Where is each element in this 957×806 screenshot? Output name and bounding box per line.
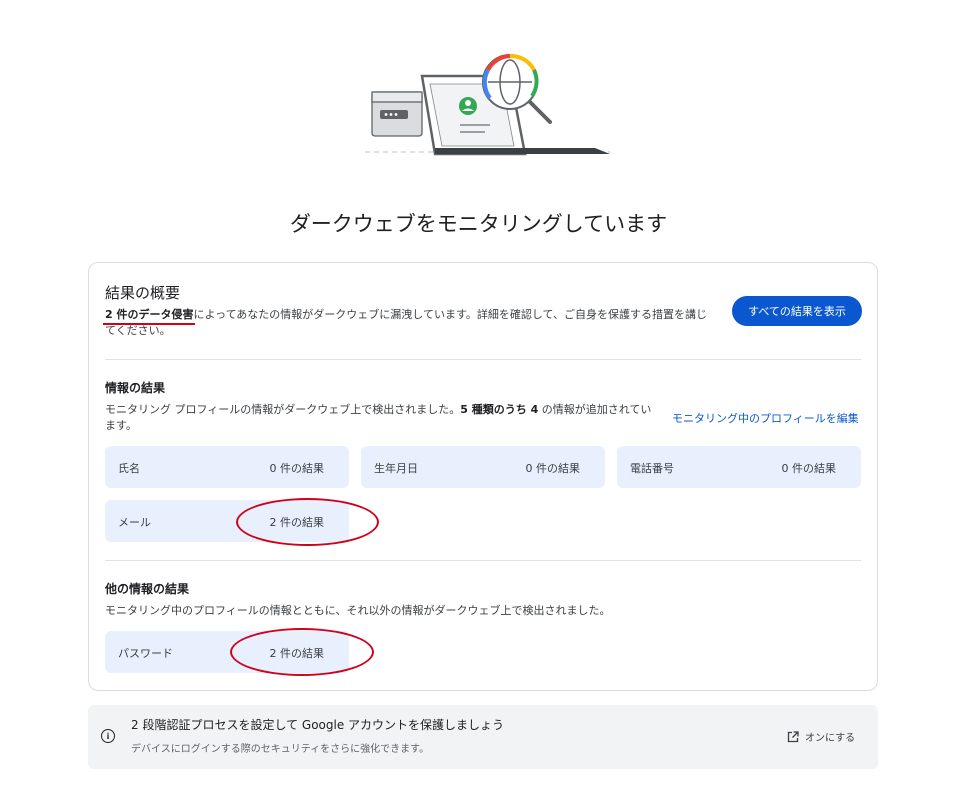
tile-count: 0 件の結果 (269, 462, 325, 475)
summary-description-text: によってあなたの情報がダークウェブに漏洩しています。詳細を確認して、ご自身を保護… (105, 308, 707, 337)
tile-count: 0 件の結果 (781, 462, 837, 475)
summary-title: 結果の概要 (105, 284, 181, 302)
summary-description: 2 件のデータ侵害によってあなたの情報がダークウェブに漏洩しています。詳細を確認… (105, 307, 717, 339)
info-desc-bold: 5 種類のうち 4 (460, 403, 539, 416)
breach-count-underline (103, 323, 195, 325)
info-results-description: モニタリング プロフィールの情報がダークウェブ上で検出されました。5 種類のうち… (105, 402, 655, 434)
tile-label: 氏名 (118, 462, 140, 475)
tile-label: メール (118, 516, 151, 529)
page-title: ダークウェブをモニタリングしています (289, 212, 668, 236)
banner-title: 2 段階認証プロセスを設定して Google アカウントを保護しましょう (131, 718, 505, 732)
tile-label: 生年月日 (374, 462, 418, 475)
breach-count-text: 2 件のデータ侵害 (105, 308, 194, 321)
info-desc-prefix: モニタリング プロフィールの情報がダークウェブ上で検出されました。 (105, 403, 461, 416)
tile-label: パスワード (118, 647, 173, 660)
result-tile-birthdate[interactable]: 生年月日 0 件の結果 (361, 446, 605, 488)
annotation-circle (230, 628, 374, 676)
two-step-verification-banner (88, 705, 878, 769)
result-tile-name[interactable]: 氏名 0 件の結果 (105, 446, 349, 488)
annotation-circle (236, 498, 379, 546)
edit-monitored-profile-link[interactable]: モニタリング中のプロフィールを編集 (672, 410, 859, 426)
turn-on-label: オンにする (805, 733, 856, 744)
dark-web-illustration (365, 54, 610, 156)
info-icon: i (101, 729, 115, 743)
show-all-results-button[interactable]: すべての結果を表示 (732, 296, 862, 326)
turn-on-button[interactable]: オンにする (787, 729, 855, 744)
other-results-description: モニタリング中のプロフィールの情報とともに、それ以外の情報がダークウェブ上で検出… (105, 604, 611, 617)
banner-description: デバイスにログインする際のセキュリティをさらに強化できます。 (131, 744, 430, 755)
divider (105, 560, 861, 561)
open-in-new-icon (787, 730, 799, 742)
other-results-title: 他の情報の結果 (105, 582, 190, 596)
tile-count: 0 件の結果 (525, 462, 581, 475)
result-tile-phone[interactable]: 電話番号 0 件の結果 (617, 446, 861, 488)
tile-label: 電話番号 (630, 462, 674, 475)
info-results-title: 情報の結果 (105, 381, 166, 395)
divider (105, 359, 861, 360)
